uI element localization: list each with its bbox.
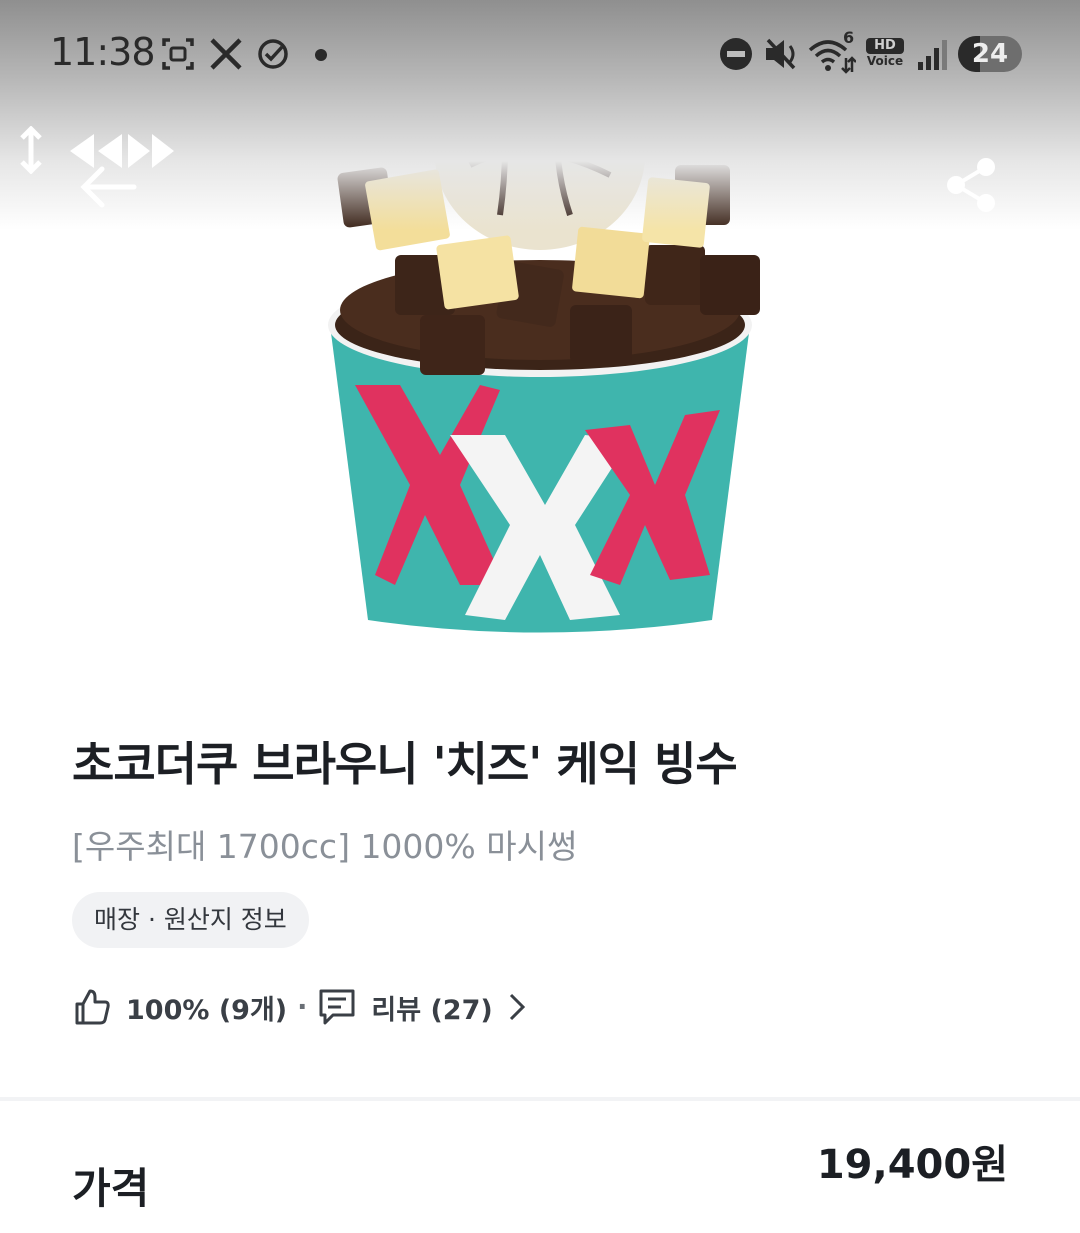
drag-handle-icon[interactable] xyxy=(16,126,46,174)
voice-label: Voice xyxy=(866,54,904,68)
thumbs-up-icon xyxy=(75,989,110,1025)
dot-icon xyxy=(315,49,327,61)
mute-icon xyxy=(766,38,796,70)
share-icon[interactable] xyxy=(942,155,1002,215)
like-percent: 100% (9개) xyxy=(126,994,288,1026)
review-count: 리뷰 (27) xyxy=(371,994,493,1026)
rating-review-row[interactable]: 100% (9개) · 리뷰 (27) xyxy=(72,982,529,1032)
price-value: 19,400원 xyxy=(816,1142,1008,1188)
check-circle-icon xyxy=(258,39,288,69)
battery-level: 24 xyxy=(971,39,1009,69)
hd-label: HD xyxy=(866,38,904,54)
signal-icon xyxy=(918,40,947,70)
section-divider xyxy=(0,1097,1080,1101)
chevron-right-icon xyxy=(509,993,525,1021)
screenshot-icon xyxy=(162,38,194,70)
dnd-icon xyxy=(720,38,752,70)
status-time: 11:38 xyxy=(50,30,156,74)
x-app-icon xyxy=(210,38,242,70)
product-title: 초코더쿠 브라우니 '치즈' 케익 빙수 xyxy=(72,737,738,791)
back-arrow-icon[interactable] xyxy=(78,165,138,209)
origin-info-chip[interactable]: 매장 · 원산지 정보 xyxy=(72,892,309,948)
status-bar: 11:38 6 HD Voice 24 xyxy=(0,0,1080,110)
price-label: 가격 xyxy=(72,1164,150,1213)
review-comment-icon xyxy=(319,989,355,1025)
product-subtitle: [우주최대 1700cc] 1000% 마시썽 xyxy=(72,827,578,866)
separator-dot: · xyxy=(297,991,308,1023)
battery-icon: 24 xyxy=(958,36,1022,72)
hd-voice-indicator: HD Voice xyxy=(866,38,904,68)
network-badge: 6 xyxy=(843,28,855,47)
